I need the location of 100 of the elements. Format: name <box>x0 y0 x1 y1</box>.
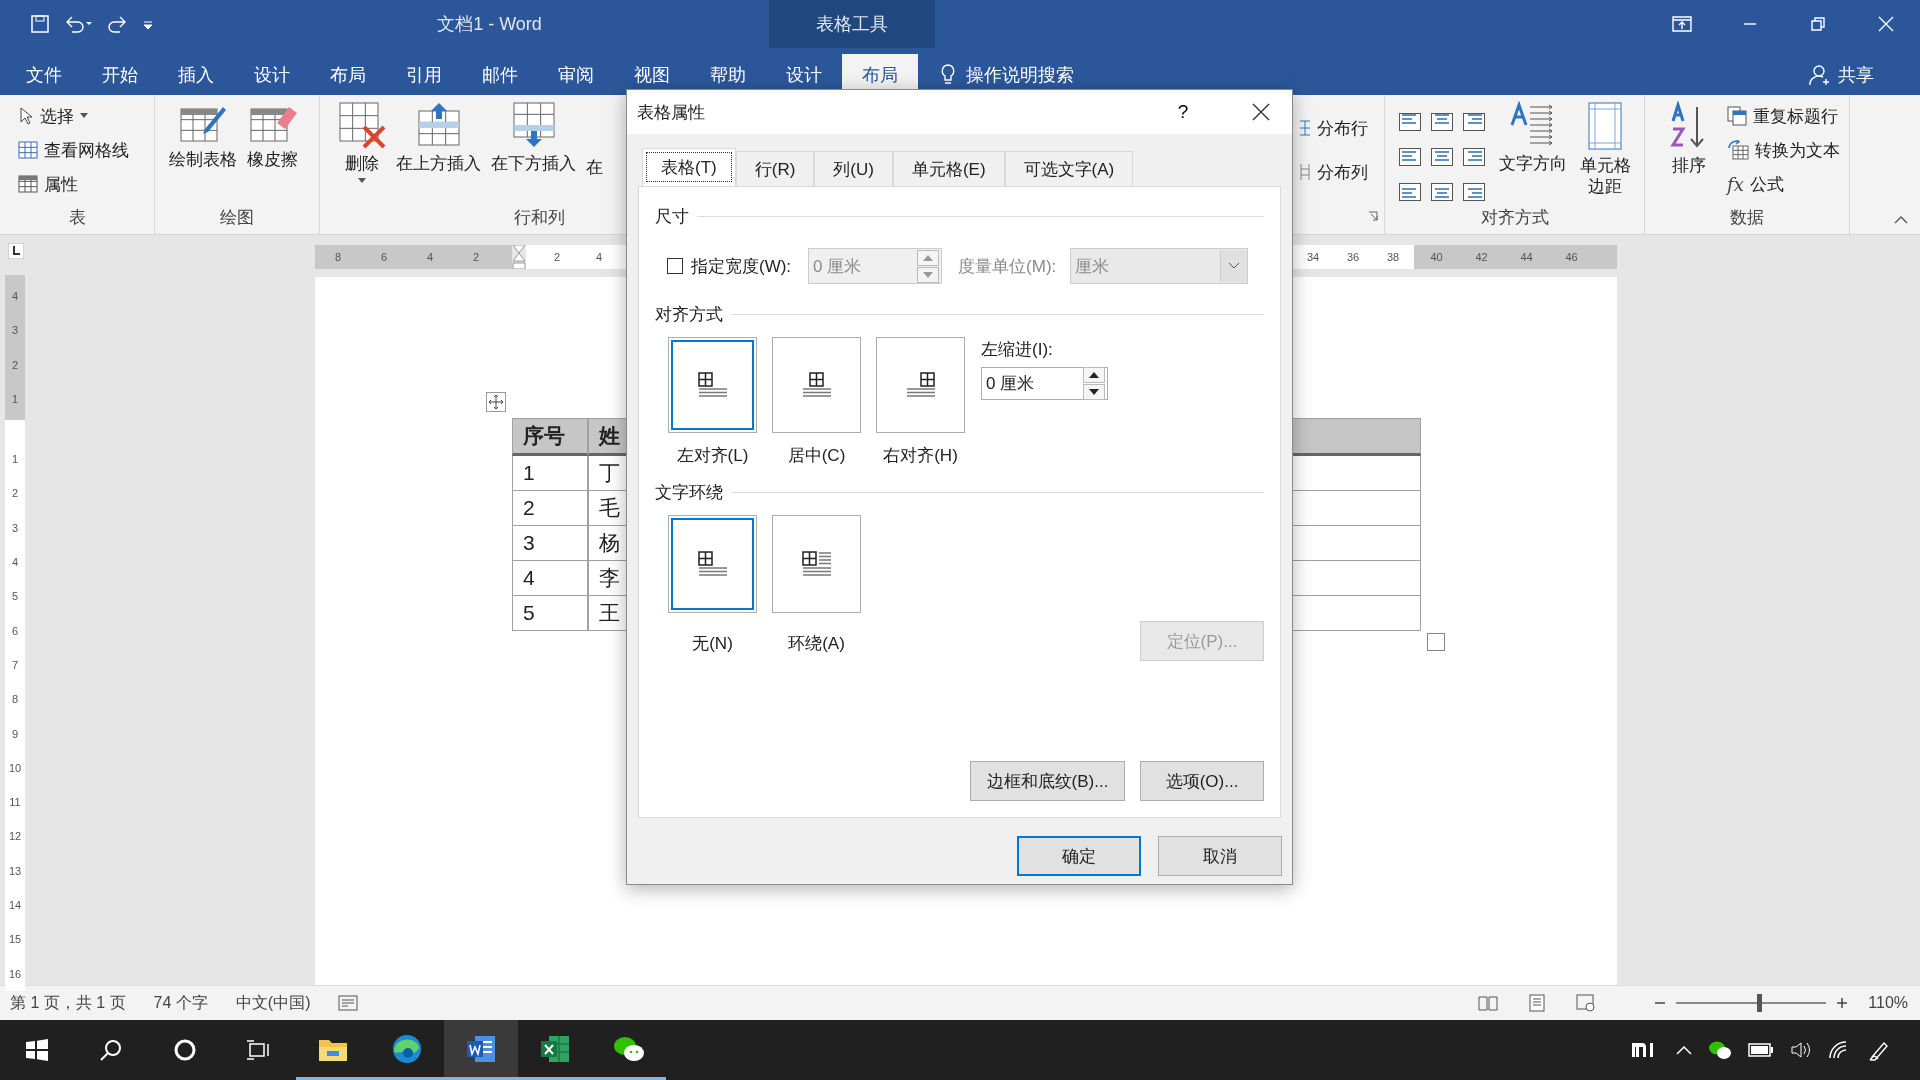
battery-icon[interactable] <box>1748 1043 1774 1057</box>
ribbon-button[interactable]: 在下方插入 <box>489 101 578 174</box>
redo-icon[interactable] <box>108 14 128 34</box>
ruler-number: 2 <box>471 251 481 263</box>
align-icon[interactable] <box>1399 113 1421 131</box>
ribbon-tab[interactable]: 审阅 <box>538 54 614 95</box>
zoom-level[interactable]: 110% <box>1868 994 1908 1012</box>
dialog-button[interactable]: 选项(O)... <box>1140 761 1264 801</box>
ruler-number: 4 <box>425 251 435 263</box>
collapse-ribbon-icon[interactable] <box>1894 215 1908 224</box>
ribbon-button[interactable]: 查看网格线 <box>16 135 131 165</box>
alignment-option[interactable] <box>668 337 757 433</box>
status-text[interactable]: 中文(中国) <box>235 992 311 1014</box>
ribbon-button[interactable]: 绘制表格 <box>167 101 239 170</box>
zoom-slider-thumb[interactable] <box>1756 994 1762 1012</box>
ruler-number: 34 <box>1305 251 1321 263</box>
table-resize-handle-icon[interactable] <box>1427 633 1445 651</box>
ribbon-tab[interactable]: 设计 <box>766 54 842 95</box>
ribbon-button[interactable]: 文字方向 <box>1497 101 1569 174</box>
dialog-tab[interactable]: 表格(T) <box>642 148 736 186</box>
status-text[interactable]: 第 1 页，共 1 页 <box>10 992 126 1014</box>
customize-icon[interactable] <box>142 18 154 30</box>
read-mode-icon[interactable] <box>1478 995 1499 1011</box>
formula-icon: fx <box>1727 173 1744 195</box>
ribbon-button[interactable]: 分布行 <box>1297 113 1370 143</box>
convert-text-icon <box>1727 140 1749 160</box>
ok-button[interactable]: 确定 <box>1017 836 1141 876</box>
ribbon-button[interactable]: 橡皮擦 <box>245 101 300 170</box>
ribbon-button[interactable]: 重复标题行 <box>1725 101 1842 131</box>
ribbon-tab[interactable]: 文件 <box>6 54 82 95</box>
align-icon[interactable] <box>1399 183 1421 201</box>
option-label: 右对齐(H) <box>883 444 958 467</box>
ribbon-button[interactable]: 排序 <box>1667 101 1711 176</box>
align-icon[interactable] <box>1463 183 1485 201</box>
ribbon-tab[interactable]: 帮助 <box>690 54 766 95</box>
table-cell: 3 <box>512 526 588 561</box>
ribbon-button[interactable]: 属性 <box>16 169 131 199</box>
group-label: 行和列 <box>514 206 565 229</box>
task-view-icon <box>246 1039 272 1061</box>
align-icon[interactable] <box>1463 113 1485 131</box>
ribbon-button[interactable]: 转换为文本 <box>1725 135 1842 165</box>
cancel-button[interactable]: 取消 <box>1158 836 1282 876</box>
spin-down-icon[interactable] <box>1089 389 1099 395</box>
align-icon[interactable] <box>1463 148 1485 166</box>
ruler-number: 9 <box>11 726 19 742</box>
ribbon-button[interactable]: 分布列 <box>1297 157 1370 187</box>
dialog-launcher-icon[interactable] <box>1368 211 1378 221</box>
align-icon[interactable] <box>1431 183 1453 201</box>
ribbon-tab[interactable]: 引用 <box>386 54 462 95</box>
web-layout-icon[interactable] <box>1576 994 1597 1012</box>
checkbox-label[interactable]: 指定宽度(W): <box>691 254 792 278</box>
wrapping-option[interactable] <box>668 515 757 613</box>
indent-marker-icon[interactable] <box>512 245 526 269</box>
dialog-tab[interactable]: 可选文字(A) <box>1004 151 1134 186</box>
spin-up-icon[interactable] <box>1089 372 1099 378</box>
ribbon-tab[interactable]: 视图 <box>614 54 690 95</box>
checkbox[interactable] <box>667 258 683 274</box>
chat-icon[interactable] <box>1708 1040 1732 1060</box>
help-button[interactable]: ? <box>1158 100 1208 124</box>
undo-icon[interactable] <box>64 14 94 34</box>
alignment-option[interactable] <box>772 337 861 433</box>
ribbon-tab[interactable]: 邮件 <box>462 54 538 95</box>
spreadsheet-app-icon <box>539 1033 571 1064</box>
dialog-tab[interactable]: 单元格(E) <box>892 151 1005 186</box>
ribbon-button[interactable]: 在 <box>584 101 605 178</box>
share-button[interactable]: 共享 <box>1802 54 1880 95</box>
ribbon-button[interactable]: 删除 <box>336 101 388 184</box>
align-icon[interactable] <box>1431 148 1453 166</box>
ruler-number: 16 <box>8 966 22 982</box>
close-icon <box>1878 16 1894 32</box>
taskbar-app[interactable] <box>444 1020 518 1080</box>
volume-icon[interactable] <box>1790 1040 1812 1060</box>
ribbon-button[interactable]: 选择 <box>16 101 131 131</box>
zoom-in-icon[interactable] <box>1836 997 1849 1009</box>
restore-icon <box>1811 17 1825 31</box>
search-hint[interactable]: 操作说明搜索 <box>966 62 1074 87</box>
ribbon-button[interactable]: 单元格边距 <box>1575 101 1635 197</box>
ribbon-button[interactable]: 在上方插入 <box>394 101 483 174</box>
tab-stop-icon[interactable] <box>8 243 24 259</box>
input-field[interactable]: 0 厘米 <box>981 367 1108 400</box>
caret-up-icon[interactable] <box>1676 1045 1692 1055</box>
windows-logo-icon <box>26 1039 48 1061</box>
dialog-tab[interactable]: 列(U) <box>814 151 893 186</box>
wrapping-option[interactable] <box>772 515 861 613</box>
ruler-number: 13 <box>8 863 22 879</box>
align-icon[interactable] <box>1399 148 1421 166</box>
pen-icon[interactable] <box>1868 1039 1890 1061</box>
ribbon-tab[interactable]: 设计 <box>234 54 310 95</box>
save-icon[interactable] <box>30 14 50 34</box>
person-icon <box>1808 63 1830 86</box>
table-move-handle-icon[interactable] <box>486 392 506 412</box>
status-text[interactable]: 74 个字 <box>153 992 208 1014</box>
ribbon-tab[interactable]: 布局 <box>310 54 386 95</box>
dialog-button[interactable]: 边框和底纹(B)... <box>970 761 1125 801</box>
dialog-tab[interactable]: 行(R) <box>735 151 815 186</box>
ribbon-button[interactable]: fx 公式 <box>1725 169 1842 199</box>
align-icon[interactable] <box>1431 113 1453 131</box>
ribbon-tab[interactable]: 开始 <box>82 54 158 95</box>
ribbon-tab[interactable]: 插入 <box>158 54 234 95</box>
alignment-option[interactable] <box>876 337 965 433</box>
